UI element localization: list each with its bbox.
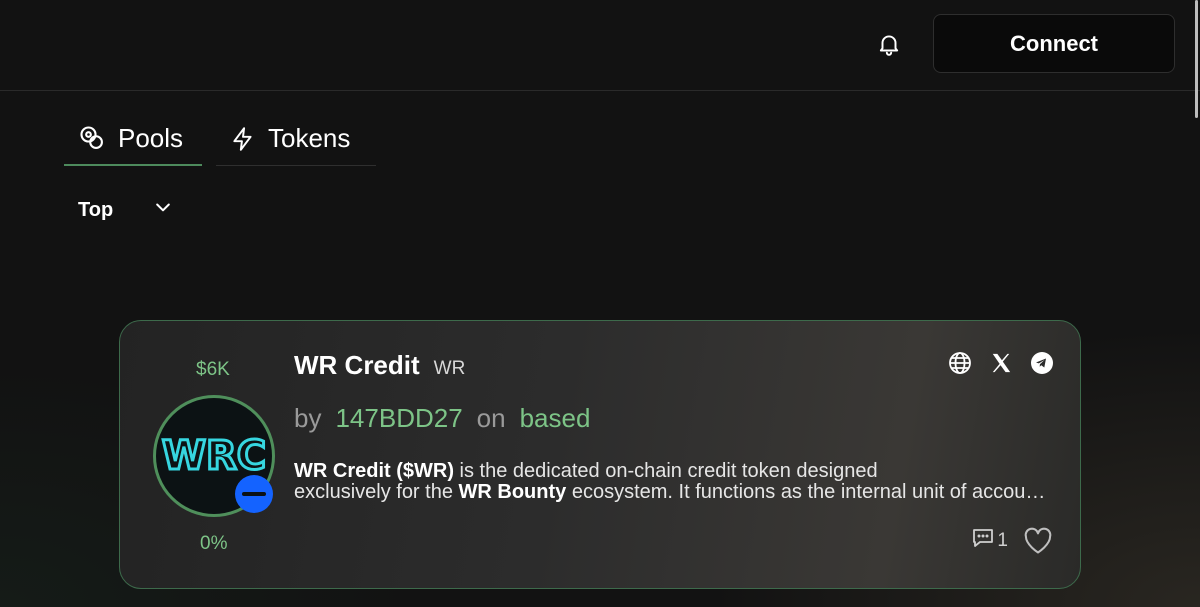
by-label: by: [294, 403, 322, 433]
token-card[interactable]: $6K WRC 0% WR Credit WR by 147BDD27 on b…: [119, 320, 1081, 589]
coins-icon: [78, 124, 106, 152]
price-change: 0%: [200, 533, 228, 554]
top-header: Connect: [0, 0, 1200, 91]
tab-pools[interactable]: Pools: [64, 112, 202, 166]
social-links: [948, 351, 1054, 375]
comment-icon: [971, 527, 995, 555]
comments-count: 1: [997, 530, 1008, 551]
tab-pools-label: Pools: [118, 122, 184, 153]
chevron-down-icon: [153, 197, 173, 223]
chain-badge-icon: [235, 475, 273, 513]
creator-link[interactable]: 147BDD27: [335, 403, 462, 434]
sort-dropdown-value: Top: [78, 198, 114, 221]
x-icon[interactable]: [989, 351, 1013, 375]
market-cap: $6K: [196, 359, 230, 380]
globe-icon[interactable]: [948, 351, 972, 375]
token-name: WR Credit: [294, 350, 420, 380]
connect-wallet-button[interactable]: Connect: [933, 14, 1175, 73]
token-avatar-logo-text: WRC: [162, 433, 266, 479]
chain-link[interactable]: based: [520, 403, 591, 434]
heart-icon[interactable]: [1022, 527, 1054, 555]
sort-dropdown[interactable]: Top: [78, 194, 188, 226]
description-line-2: exclusively for the WR Bounty ecosystem.…: [294, 482, 1054, 503]
description-text-2b: ecosystem. It functions as the internal …: [571, 482, 1054, 503]
telegram-icon[interactable]: [1030, 351, 1054, 375]
lightning-icon: [230, 125, 256, 153]
description-bold-1: WR Credit ($WR): [294, 461, 454, 482]
notifications-bell-icon[interactable]: [874, 29, 904, 59]
token-ticker: WR: [433, 358, 466, 379]
description-bold-2: WR Bounty: [458, 482, 567, 503]
tab-tokens-label: Tokens: [268, 123, 351, 153]
description-line-1: WR Credit ($WR) is the dedicated on-chai…: [294, 461, 1054, 482]
token-description: WR Credit ($WR) is the dedicated on-chai…: [294, 461, 1054, 503]
on-label: on: [476, 403, 506, 433]
comments-button[interactable]: 1: [971, 527, 1008, 555]
token-title: WR Credit WR: [294, 350, 465, 381]
card-stats: 1: [971, 527, 1054, 555]
description-text-1: is the dedicated on-chain credit token d…: [453, 461, 878, 482]
token-byline: by 147BDD27 on based: [294, 403, 590, 434]
page-scrollbar[interactable]: [1195, 0, 1198, 118]
description-text-2a: exclusively for the: [294, 482, 459, 503]
tab-tokens[interactable]: Tokens: [216, 112, 376, 166]
